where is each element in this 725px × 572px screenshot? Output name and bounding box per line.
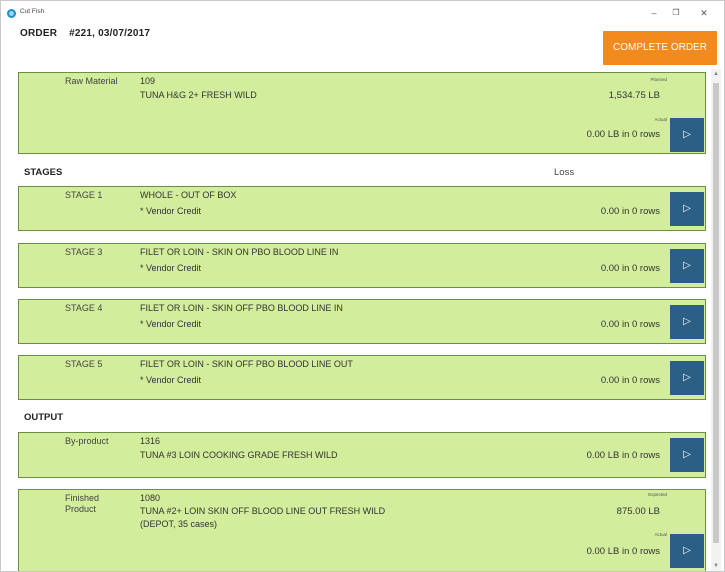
stage-open-button[interactable]: ▷ xyxy=(670,192,704,226)
stage-note: * Vendor Credit xyxy=(140,375,202,385)
stage-loss-value: 0.00 in 0 rows xyxy=(600,206,660,217)
raw-material-name: TUNA H&G 2+ FRESH WILD xyxy=(140,90,257,100)
stage-card: STAGE 1 WHOLE - OUT OF BOX * Vendor Cred… xyxy=(18,186,706,231)
byproduct-value: 0.00 LB in 0 rows xyxy=(586,450,660,461)
app-title: Cut Fish xyxy=(20,8,45,15)
finished-code: 1080 xyxy=(140,493,161,503)
finished-name: TUNA #2+ LOIN SKIN OFF BLOOD LINE OUT FR… xyxy=(140,506,386,516)
complete-order-button[interactable]: COMPLETE ORDER xyxy=(603,31,717,65)
raw-material-label: Raw Material xyxy=(65,76,118,86)
actual-caption: Actual xyxy=(654,117,667,122)
loss-column-label: Loss xyxy=(554,167,575,178)
stage-name: WHOLE - OUT OF BOX xyxy=(140,190,237,200)
stage-note: * Vendor Credit xyxy=(140,206,202,216)
stage-label: STAGE 3 xyxy=(65,247,103,257)
byproduct-open-button[interactable]: ▷ xyxy=(670,438,704,472)
raw-material-open-button[interactable]: ▷ xyxy=(670,118,704,152)
stages-heading: STAGES xyxy=(24,167,63,178)
stage-label: STAGE 1 xyxy=(65,190,103,200)
finished-detail: (DEPOT, 35 cases) xyxy=(140,519,218,529)
actual-caption: Actual xyxy=(654,532,667,537)
stage-card: STAGE 5 FILET OR LOIN - SKIN OFF PBO BLO… xyxy=(18,355,706,400)
play-arrow-icon: ▷ xyxy=(683,129,691,140)
actual-value: 0.00 LB in 0 rows xyxy=(586,129,660,140)
minimize-button[interactable]: – xyxy=(645,5,663,21)
planned-caption: Planned xyxy=(650,77,667,82)
stage-name: FILET OR LOIN - SKIN ON PBO BLOOD LINE I… xyxy=(140,247,339,257)
play-arrow-icon: ▷ xyxy=(683,372,691,383)
stage-label: STAGE 5 xyxy=(65,359,103,369)
order-content: Raw Material 109 TUNA H&G 2+ FRESH WILD … xyxy=(1,69,708,571)
close-button[interactable]: ✕ xyxy=(695,5,713,21)
page-title: ORDER #221, 03/07/2017 xyxy=(20,28,150,39)
scroll-down-icon[interactable]: ▼ xyxy=(713,563,719,569)
stage-open-button[interactable]: ▷ xyxy=(670,361,704,395)
stage-card: STAGE 3 FILET OR LOIN - SKIN ON PBO BLOO… xyxy=(18,243,706,288)
stage-label: STAGE 4 xyxy=(65,303,103,313)
stage-name: FILET OR LOIN - SKIN OFF PBO BLOOD LINE … xyxy=(140,359,353,369)
play-arrow-icon: ▷ xyxy=(683,260,691,271)
planned-value: 1,534.75 LB xyxy=(608,90,660,101)
raw-material-card: Raw Material 109 TUNA H&G 2+ FRESH WILD … xyxy=(18,72,706,154)
stage-note: * Vendor Credit xyxy=(140,263,202,273)
stage-loss-value: 0.00 in 0 rows xyxy=(600,263,660,274)
finished-product-card: Finished Product 1080 TUNA #2+ LOIN SKIN… xyxy=(18,489,706,571)
play-arrow-icon: ▷ xyxy=(683,545,691,556)
finished-label: Finished Product xyxy=(65,493,99,515)
stage-loss-value: 0.00 in 0 rows xyxy=(600,319,660,330)
scrollbar-thumb[interactable] xyxy=(713,83,719,543)
stage-loss-value: 0.00 in 0 rows xyxy=(600,375,660,386)
app-logo-icon xyxy=(7,9,16,18)
byproduct-card: By-product 1316 TUNA #3 LOIN COOKING GRA… xyxy=(18,432,706,478)
stage-open-button[interactable]: ▷ xyxy=(670,305,704,339)
scroll-up-icon[interactable]: ▲ xyxy=(713,71,719,77)
stage-name: FILET OR LOIN - SKIN OFF PBO BLOOD LINE … xyxy=(140,303,343,313)
maximize-button[interactable]: ❐ xyxy=(667,5,685,21)
vertical-scrollbar[interactable]: ▲ ▼ xyxy=(711,69,721,571)
expected-caption: Expected xyxy=(648,492,667,497)
byproduct-name: TUNA #3 LOIN COOKING GRADE FRESH WILD xyxy=(140,450,338,460)
order-label: ORDER xyxy=(20,28,58,39)
stage-card: STAGE 4 FILET OR LOIN - SKIN OFF PBO BLO… xyxy=(18,299,706,344)
stage-open-button[interactable]: ▷ xyxy=(670,249,704,283)
byproduct-label: By-product xyxy=(65,436,109,446)
play-arrow-icon: ▷ xyxy=(683,449,691,460)
finished-open-button[interactable]: ▷ xyxy=(670,534,704,568)
finished-label-line2: Product xyxy=(65,504,97,514)
expected-value: 875.00 LB xyxy=(616,506,660,517)
byproduct-code: 1316 xyxy=(140,436,161,446)
finished-label-line1: Finished xyxy=(65,493,100,503)
finished-actual-value: 0.00 LB in 0 rows xyxy=(586,546,660,557)
raw-material-code: 109 xyxy=(140,76,156,86)
order-number: #221, 03/07/2017 xyxy=(69,28,151,39)
app-window: Cut Fish – ❐ ✕ ORDER #221, 03/07/2017 COM… xyxy=(0,0,725,572)
title-bar: Cut Fish – ❐ ✕ xyxy=(1,1,724,25)
play-arrow-icon: ▷ xyxy=(683,316,691,327)
stage-note: * Vendor Credit xyxy=(140,319,202,329)
output-heading: OUTPUT xyxy=(24,412,64,423)
play-arrow-icon: ▷ xyxy=(683,203,691,214)
